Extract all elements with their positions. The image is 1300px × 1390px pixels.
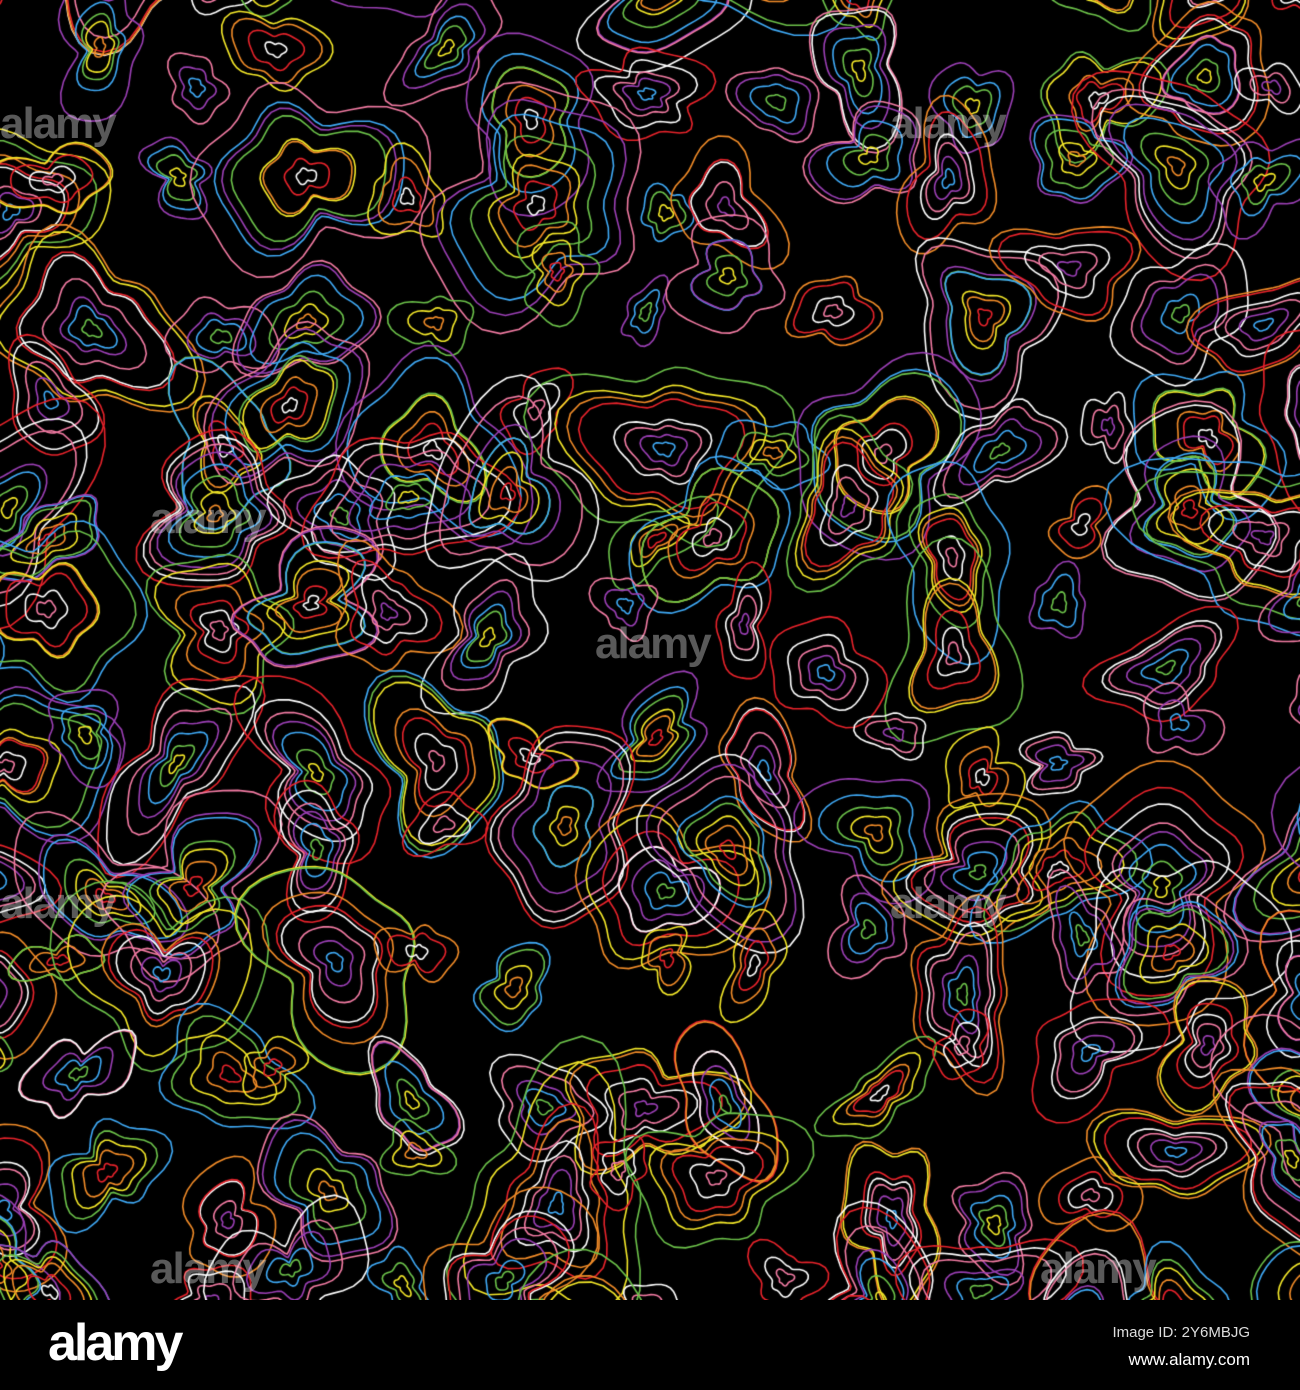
watermark-text: alamy bbox=[0, 879, 117, 928]
watermark-text: alamy bbox=[595, 619, 712, 668]
watermark-text: alamy bbox=[150, 494, 267, 543]
footer-bar: alamy Image ID: 2Y6MBJG www.alamy.com bbox=[0, 1300, 1300, 1390]
site-url[interactable]: www.alamy.com bbox=[1128, 1350, 1250, 1370]
alamy-logo: alamy bbox=[48, 1314, 183, 1372]
watermark-text: alamy bbox=[890, 99, 1007, 148]
image-id: Image ID: 2Y6MBJG bbox=[1112, 1324, 1250, 1341]
watermark-text: alamy bbox=[890, 879, 1007, 928]
watermark-text: alamy bbox=[1040, 1244, 1157, 1293]
watermark-text: alamy bbox=[150, 1244, 267, 1293]
watermark-text: alamy bbox=[0, 99, 117, 148]
stock-image: alamy alamy alamy alamy alamy alamy alamy alamy… bbox=[0, 0, 1300, 1390]
